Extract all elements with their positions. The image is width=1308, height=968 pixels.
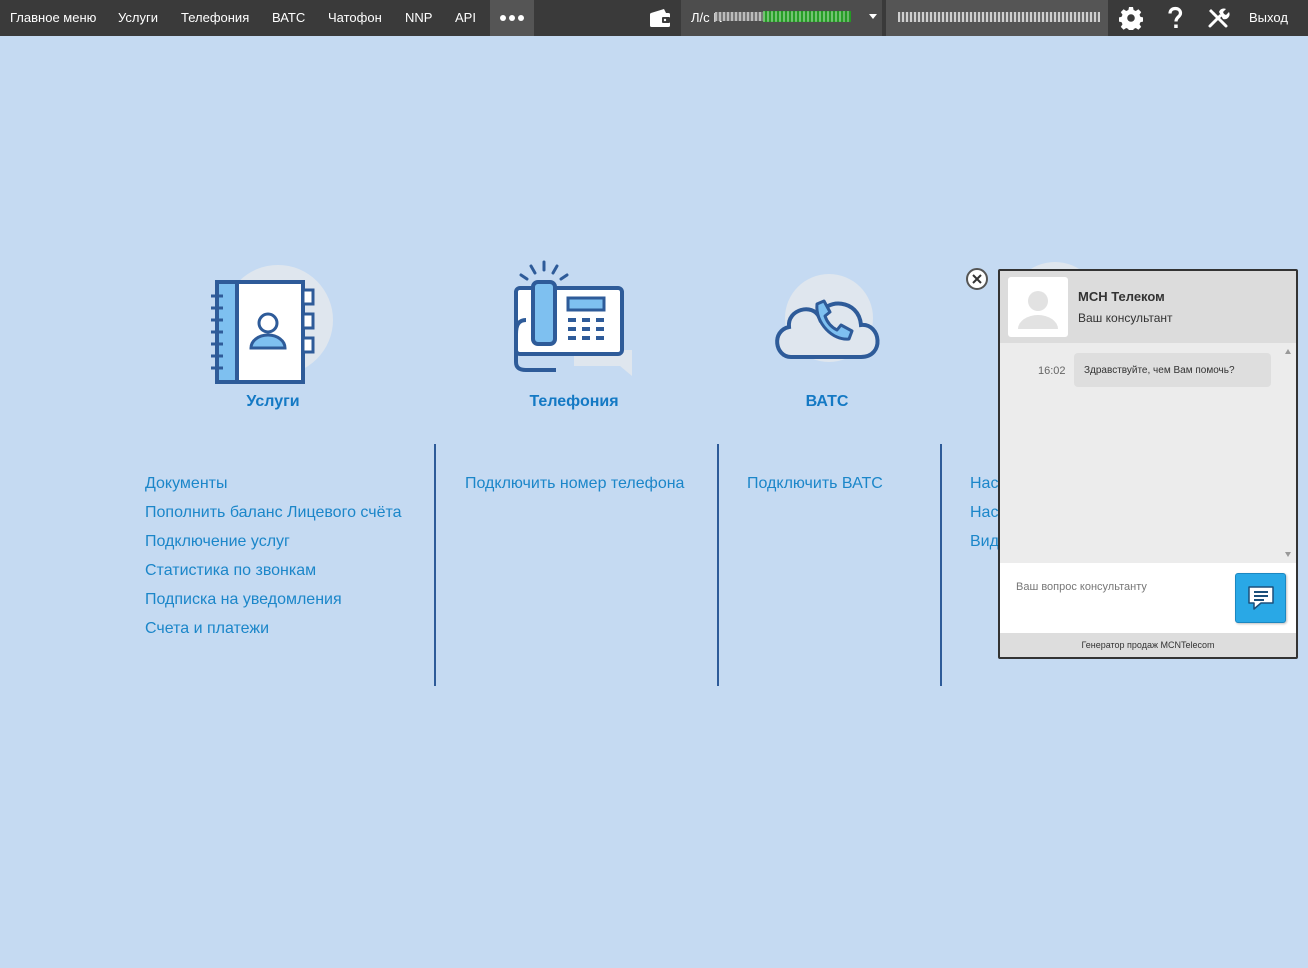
gear-icon[interactable] — [1119, 6, 1143, 30]
close-icon[interactable] — [966, 268, 988, 290]
wallet-icon[interactable] — [648, 8, 672, 28]
chevron-down-icon — [869, 14, 877, 19]
avatar — [1008, 277, 1068, 337]
chat-scrollbar[interactable] — [1282, 347, 1294, 559]
logout-button[interactable]: Выход — [1249, 0, 1288, 35]
account-balance-redacted — [763, 11, 851, 22]
column-divider — [434, 444, 436, 686]
desk-phone-icon — [514, 260, 632, 376]
link-settings-2[interactable]: Нас — [970, 498, 999, 527]
link-bills-payments[interactable]: Счета и платежи — [145, 614, 402, 643]
chat-widget: МСН Телеком Ваш консультант 16:02 Здравс… — [998, 269, 1298, 659]
question-icon[interactable] — [1163, 6, 1187, 30]
link-view[interactable]: Вид — [970, 527, 999, 556]
consultant-role: Ваш консультант — [1078, 311, 1173, 325]
tile-services-title[interactable]: Услуги — [173, 393, 373, 411]
link-connect-services[interactable]: Подключение услуг — [145, 527, 402, 556]
nav-main-menu[interactable]: Главное меню — [10, 0, 96, 36]
top-navigation-bar: Главное меню Услуги Телефония ВАТС Чатоф… — [0, 0, 1308, 36]
link-top-up-balance[interactable]: Пополнить баланс Лицевого счёта — [145, 498, 402, 527]
vats-links: Подключить ВАТС — [747, 469, 883, 498]
consultant-name: МСН Телеком — [1078, 289, 1165, 304]
telephony-links: Подключить номер телефона — [465, 469, 684, 498]
chat-input-area — [1000, 563, 1296, 633]
chat-messages: 16:02 Здравствуйте, чем Вам помочь? — [1000, 343, 1296, 563]
fourth-column-links: Нас Нас Вид — [970, 469, 999, 556]
message-bubble: Здравствуйте, чем Вам помочь? — [1074, 353, 1271, 387]
nav-vats[interactable]: ВАТС — [272, 0, 305, 36]
account-selector[interactable]: Л/с N — [681, 0, 882, 36]
column-divider — [717, 444, 719, 686]
address-book-icon — [211, 265, 333, 384]
cloud-phone-icon — [775, 274, 880, 362]
link-notification-subscription[interactable]: Подписка на уведомления — [145, 585, 402, 614]
nav-nnp[interactable]: NNP — [405, 0, 432, 36]
user-email-redacted — [898, 12, 1100, 22]
link-connect-phone-number[interactable]: Подключить номер телефона — [465, 469, 684, 498]
tile-services[interactable]: Услуги — [173, 260, 373, 420]
link-call-statistics[interactable]: Статистика по звонкам — [145, 556, 402, 585]
nav-telephony[interactable]: Телефония — [181, 0, 249, 36]
tile-vats[interactable]: ВАТС — [727, 260, 927, 420]
services-links: Документы Пополнить баланс Лицевого счёт… — [145, 469, 402, 643]
tile-telephony-title[interactable]: Телефония — [474, 393, 674, 411]
link-connect-vats[interactable]: Подключить ВАТС — [747, 469, 883, 498]
tile-telephony[interactable]: Телефония — [474, 260, 674, 420]
chat-message-input[interactable] — [1016, 575, 1226, 599]
tile-vats-title[interactable]: ВАТС — [727, 393, 927, 411]
link-documents[interactable]: Документы — [145, 469, 402, 498]
chat-header: МСН Телеком Ваш консультант — [1000, 271, 1296, 343]
send-message-button[interactable] — [1235, 573, 1286, 623]
chat-footer[interactable]: Генератор продаж MCNTelecom — [1000, 633, 1296, 657]
link-settings-1[interactable]: Нас — [970, 469, 999, 498]
scroll-up-icon[interactable] — [1285, 349, 1291, 354]
user-email-selector[interactable] — [886, 0, 1108, 36]
scroll-down-icon[interactable] — [1285, 552, 1291, 557]
tools-icon[interactable] — [1206, 6, 1230, 30]
message-time: 16:02 — [1038, 365, 1066, 377]
nav-services[interactable]: Услуги — [118, 0, 158, 36]
nav-api[interactable]: API — [455, 0, 476, 36]
column-divider — [940, 444, 942, 686]
chat-bubble-icon — [1247, 586, 1274, 610]
nav-chatofon[interactable]: Чатофон — [328, 0, 382, 36]
more-dots-icon[interactable] — [490, 0, 534, 36]
